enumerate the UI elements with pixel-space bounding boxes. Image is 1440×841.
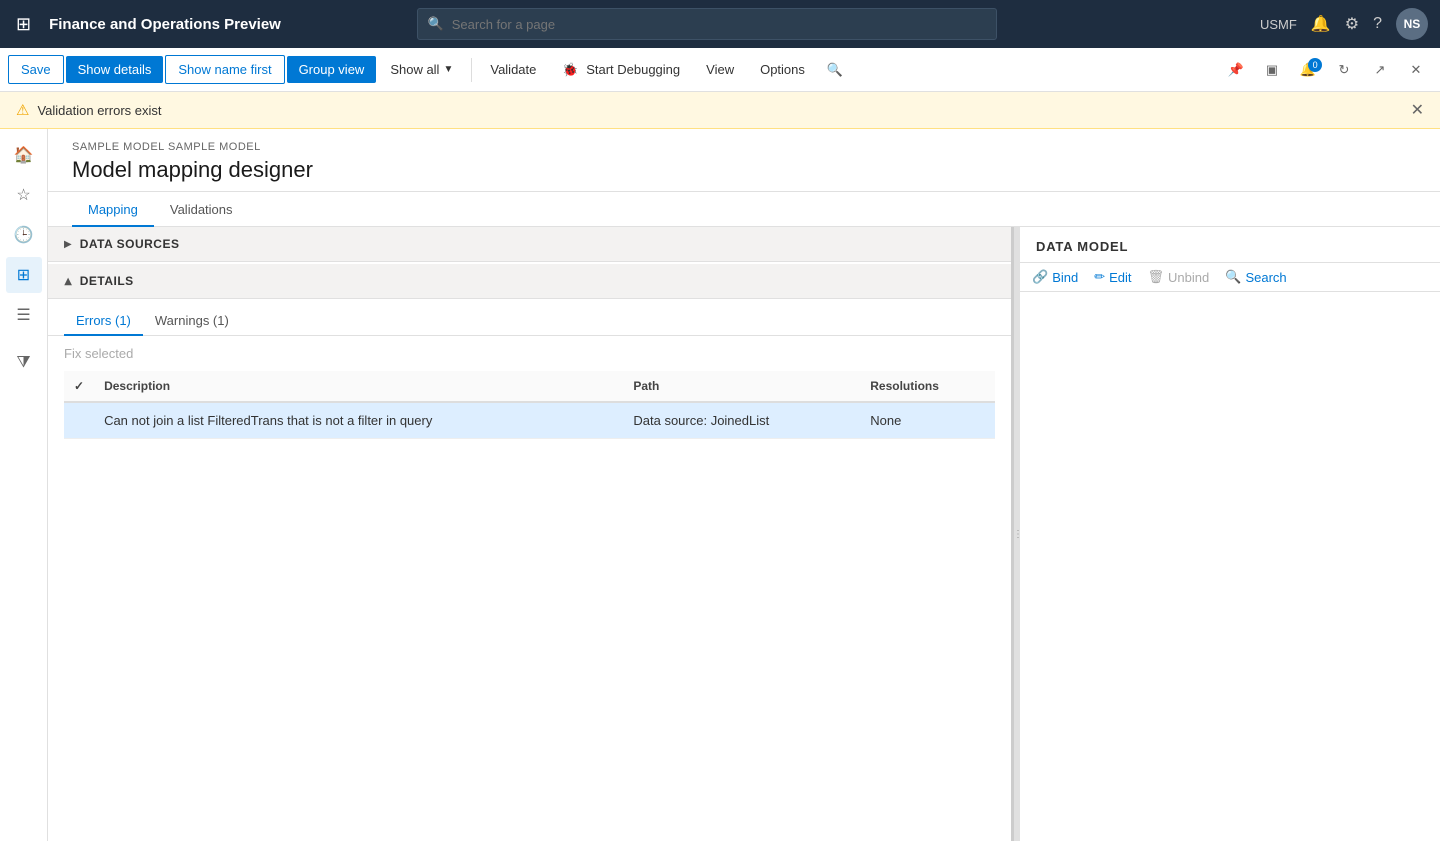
search-icon: 🔍 [1225,269,1241,285]
top-nav: ⊞ Finance and Operations Preview 🔍 USMF … [0,0,1440,48]
validation-banner: ⚠ Validation errors exist ✕ [0,92,1440,129]
help-icon[interactable]: ? [1373,15,1382,33]
refresh-icon[interactable]: ↻ [1328,54,1360,86]
tab-validations[interactable]: Validations [154,192,249,227]
tab-errors[interactable]: Errors (1) [64,307,143,336]
right-panel: DATA MODEL 🔗 Bind ✏ Edit 🗑 Unbind [1020,227,1440,841]
content-area: SAMPLE MODEL SAMPLE MODEL Model mapping … [48,129,1440,841]
app-title: Finance and Operations Preview [49,16,281,33]
pin-icon[interactable]: 📌 [1220,54,1252,86]
command-bar: Save Show details Show name first Group … [0,48,1440,92]
col-path: Path [623,371,860,402]
open-external-icon[interactable]: ↗ [1364,54,1396,86]
search-cmd-icon[interactable]: 🔍 [819,54,851,86]
settings-icon[interactable]: ⚙ [1345,14,1359,34]
warning-icon: ⚠ [16,101,29,119]
banner-close-button[interactable]: ✕ [1411,100,1424,120]
close-icon[interactable]: ✕ [1400,54,1432,86]
search-dm-button[interactable]: 🔍 Search [1225,269,1286,285]
show-details-button[interactable]: Show details [66,56,164,83]
breadcrumb: SAMPLE MODEL SAMPLE MODEL [72,141,1416,153]
edit-icon: ✏ [1094,269,1105,285]
view-button[interactable]: View [694,56,746,83]
link-icon: 🔗 [1032,269,1048,285]
unbind-button[interactable]: 🗑 Unbind [1148,269,1210,285]
show-name-first-button[interactable]: Show name first [165,55,284,84]
badge-icon[interactable]: 🔔 0 [1292,54,1324,86]
search-input[interactable] [452,17,986,32]
content-split: ▶ DATA SOURCES ◀ DETAILS Errors (1) [48,227,1440,841]
page-tabs: Mapping Validations [48,192,1440,227]
search-bar[interactable]: 🔍 [417,8,997,40]
collapse-icon: ◀ [62,277,73,285]
details-section: Errors (1) Warnings (1) Fix selected [48,299,1011,455]
edit-button[interactable]: ✏ Edit [1094,269,1131,285]
fix-selected-button[interactable]: Fix selected [64,346,133,361]
details-label: DETAILS [80,274,134,288]
row-path: Data source: JoinedList [623,402,860,439]
details-section-header[interactable]: ◀ DETAILS [48,264,1011,299]
save-button[interactable]: Save [8,55,64,84]
left-sidebar: 🏠 ☆ 🕒 ⊞ ☰ ⧩ [0,129,48,841]
bind-button[interactable]: 🔗 Bind [1032,269,1078,285]
table-row[interactable]: Can not join a list FilteredTrans that i… [64,402,995,439]
page-header: SAMPLE MODEL SAMPLE MODEL Model mapping … [48,129,1440,192]
row-resolutions: None [860,402,995,439]
error-table-container: ✓ Description Path Resolutions [48,371,1011,455]
fix-selected-area: Fix selected [48,336,1011,371]
show-all-button[interactable]: Show all ▼ [378,56,465,83]
main-layout: 🏠 ☆ 🕒 ⊞ ☰ ⧩ SAMPLE MODEL SAMPLE MODEL Mo… [0,129,1440,841]
data-sources-section-header[interactable]: ▶ DATA SOURCES [48,227,1011,262]
chevron-down-icon: ▼ [443,64,453,75]
user-label: USMF [1260,17,1297,32]
panel-icon[interactable]: ▣ [1256,54,1288,86]
check-all-icon[interactable]: ✓ [74,379,84,393]
cmd-right: 📌 ▣ 🔔 0 ↻ ↗ ✕ [1220,54,1432,86]
details-tabs: Errors (1) Warnings (1) [48,299,1011,336]
filter-icon[interactable]: ⧩ [6,345,42,381]
sidebar-icon-list[interactable]: ☰ [6,297,42,333]
row-description: Can not join a list FilteredTrans that i… [94,402,623,439]
sidebar-icon-favorites[interactable]: ☆ [6,177,42,213]
row-check [64,402,94,439]
error-table: ✓ Description Path Resolutions [64,371,995,439]
avatar[interactable]: NS [1396,8,1428,40]
left-panel: ▶ DATA SOURCES ◀ DETAILS Errors (1) [48,227,1014,841]
validate-button[interactable]: Validate [478,56,548,83]
validation-text: Validation errors exist [37,103,161,118]
expand-icon: ▶ [64,239,72,250]
col-description: Description [94,371,623,402]
page-title: Model mapping designer [72,157,1416,183]
options-button[interactable]: Options [748,56,817,83]
data-model-toolbar: 🔗 Bind ✏ Edit 🗑 Unbind 🔍 Search [1020,263,1440,292]
data-model-title: DATA MODEL [1020,227,1440,263]
tab-mapping[interactable]: Mapping [72,192,154,227]
col-resolutions: Resolutions [860,371,995,402]
col-check: ✓ [64,371,94,402]
grid-icon[interactable]: ⊞ [12,10,35,39]
sidebar-icon-workspaces[interactable]: ⊞ [6,257,42,293]
search-icon: 🔍 [428,16,444,32]
sidebar-icon-recent[interactable]: 🕒 [6,217,42,253]
notification-icon[interactable]: 🔔 [1311,14,1331,34]
start-debugging-button[interactable]: 🐞 Start Debugging [550,56,692,84]
separator [471,58,472,82]
top-nav-right: USMF 🔔 ⚙ ? NS [1260,8,1428,40]
data-sources-label: DATA SOURCES [80,237,180,251]
unbind-icon: 🗑 [1148,269,1165,285]
debug-icon: 🐞 [562,62,578,77]
group-view-button[interactable]: Group view [287,56,377,83]
tab-warnings[interactable]: Warnings (1) [143,307,241,336]
sidebar-icon-home[interactable]: 🏠 [6,137,42,173]
